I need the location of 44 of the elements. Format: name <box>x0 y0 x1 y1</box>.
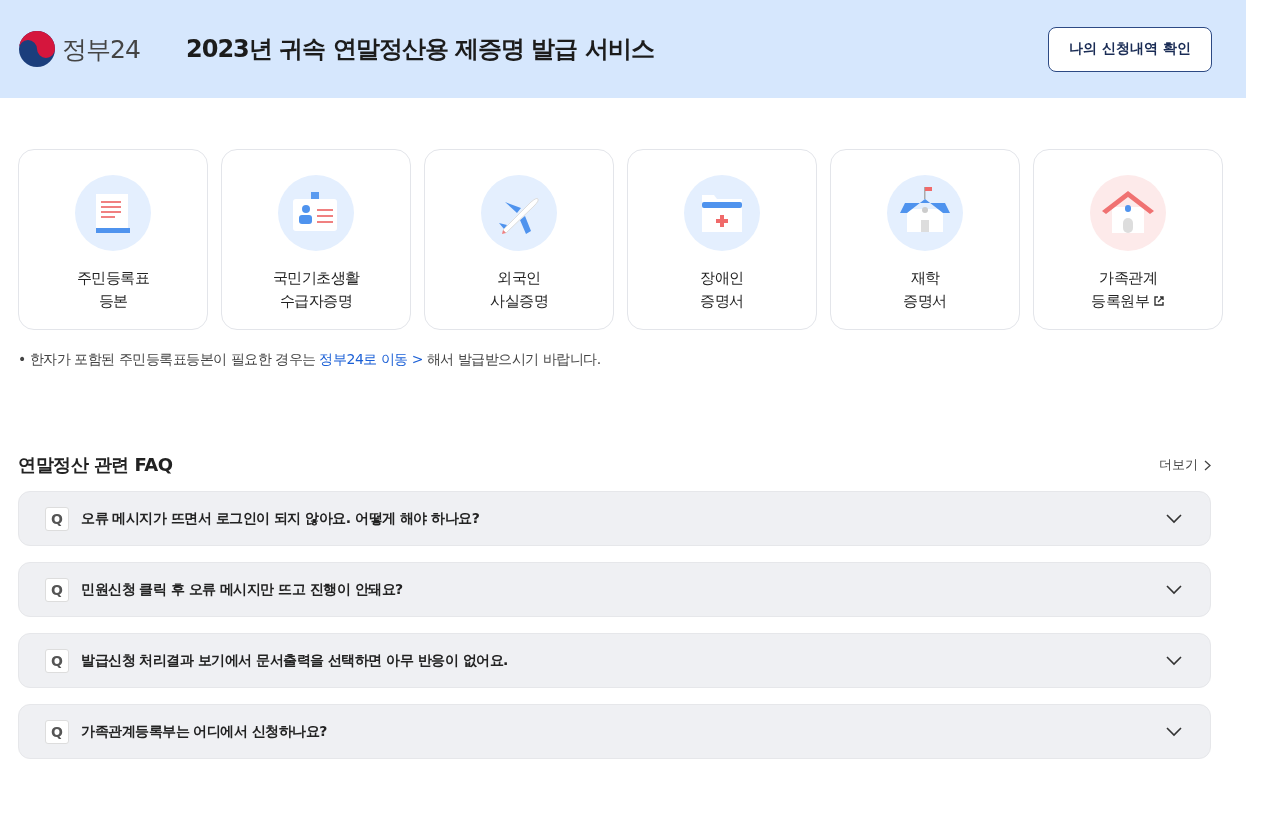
faq-question: 오류 메시지가 뜨면서 로그인이 되지 않아요. 어떻게 해야 하나요? <box>81 509 481 528</box>
medical-folder-icon <box>684 175 760 251</box>
school-icon <box>887 175 963 251</box>
service-label: 국민기초생활 수급자증명 <box>272 268 360 312</box>
faq-question: 가족관계등록부는 어디에서 신청하나요? <box>81 722 328 741</box>
service-label: 장애인 증명서 <box>700 268 744 312</box>
service-card[interactable]: 장애인 증명서 <box>627 149 817 330</box>
faq-question: 발급신청 처리결과 보기에서 문서출력을 선택하면 아무 반응이 없어요. <box>81 651 509 670</box>
question-mark-badge: Q <box>45 648 69 673</box>
id-card-icon <box>278 175 354 251</box>
notice-text: • 한자가 포함된 주민등록표등본이 필요한 경우는 정부24로 이동 > 해서 발급받으시기 바랍니다. <box>18 351 602 369</box>
house-icon <box>1090 175 1166 251</box>
service-card[interactable]: 재학 증명서 <box>830 149 1020 330</box>
service-card[interactable]: 가족관계 등록원부 <box>1033 149 1223 330</box>
service-label: 가족관계 등록원부 <box>1091 267 1165 313</box>
question-mark-badge: Q <box>45 577 69 602</box>
gov24-link[interactable]: 정부24로 이동 > <box>319 351 423 367</box>
service-label: 주민등록표 등본 <box>76 268 150 312</box>
more-link[interactable]: 더보기 <box>1159 456 1211 474</box>
document-icon <box>75 175 151 251</box>
service-card[interactable]: 외국인 사실증명 <box>424 149 614 330</box>
service-card[interactable]: 국민기초생활 수급자증명 <box>221 149 411 330</box>
chevron-icon <box>1166 655 1182 666</box>
question-mark-badge: Q <box>45 719 69 744</box>
chevron-right-icon <box>1204 459 1211 471</box>
my-applications-button[interactable]: 나의 신청내역 확인 <box>1048 26 1212 72</box>
faq-item[interactable]: Q 민원신청 클릭 후 오류 메시지만 뜨고 진행이 안돼요? <box>18 562 1211 617</box>
service-label: 외국인 사실증명 <box>490 268 548 312</box>
service-card[interactable]: 주민등록표 등본 <box>18 149 208 330</box>
faq-item[interactable]: Q 오류 메시지가 뜨면서 로그인이 되지 않아요. 어떻게 해야 하나요? <box>18 491 1211 546</box>
faq-item[interactable]: Q 가족관계등록부는 어디에서 신청하나요? <box>18 704 1211 759</box>
faq-title: 연말정산 관련 FAQ <box>18 453 173 477</box>
emblem-icon <box>18 30 56 68</box>
logo-text: 정부24 <box>62 33 140 66</box>
external-link-icon <box>1153 295 1165 307</box>
faq-item[interactable]: Q 발급신청 처리결과 보기에서 문서출력을 선택하면 아무 반응이 없어요. <box>18 633 1211 688</box>
chevron-icon <box>1166 726 1182 737</box>
faq-question: 민원신청 클릭 후 오류 메시지만 뜨고 진행이 안돼요? <box>81 580 404 599</box>
service-label: 재학 증명서 <box>903 268 947 312</box>
page-title: 2023년 귀속 연말정산용 제증명 발급 서비스 <box>186 34 655 65</box>
question-mark-badge: Q <box>45 506 69 531</box>
chevron-icon <box>1166 513 1182 524</box>
chevron-icon <box>1166 584 1182 595</box>
airplane-icon <box>481 175 557 251</box>
